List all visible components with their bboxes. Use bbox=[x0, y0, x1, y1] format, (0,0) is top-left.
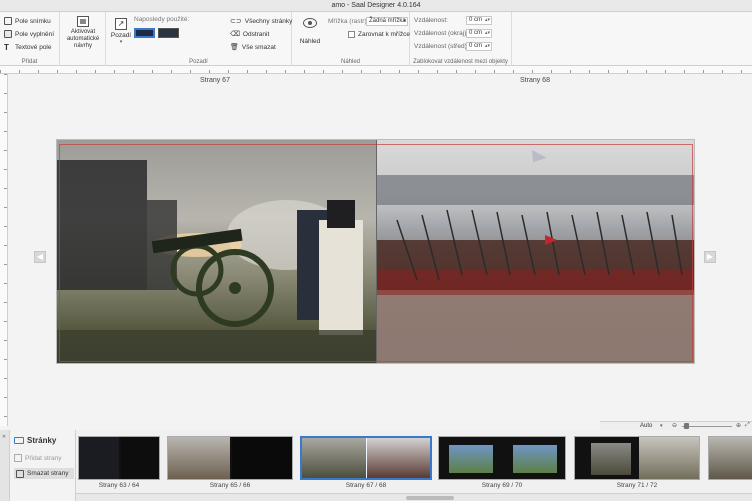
all-pages-button[interactable]: ⊂⊃ Všechny stránky bbox=[230, 17, 292, 26]
next-page-arrow-icon[interactable]: ▶ bbox=[704, 251, 716, 263]
pages-panel-title: Stránky bbox=[14, 436, 56, 445]
thumbnail-caption: Strany 69 / 70 bbox=[481, 482, 523, 489]
preview-group: Náhled Mřížka (rastr): Žádná mřížka ▾ Za… bbox=[292, 12, 410, 66]
zoom-slider[interactable] bbox=[682, 426, 732, 427]
add-group-label: Přidat bbox=[21, 59, 38, 65]
grid-label: Mřížka (rastr): bbox=[328, 18, 369, 25]
recent-used-label: Naposledy použité: bbox=[134, 16, 190, 23]
thumbnail-65-66[interactable] bbox=[167, 436, 293, 480]
add-pages-icon bbox=[14, 454, 22, 462]
thumbnail-caption: Strany 65 / 66 bbox=[209, 482, 251, 489]
vertical-ruler bbox=[0, 74, 8, 426]
snap-to-grid-checkbox[interactable]: Zarovnat k mřížce bbox=[348, 31, 410, 38]
fill-field-icon bbox=[4, 30, 12, 38]
delete-pages-icon bbox=[16, 469, 24, 478]
background-dropdown-icon: ▾ bbox=[119, 39, 123, 45]
background-button[interactable]: ↗ Pozadí ▾ bbox=[110, 18, 132, 45]
thumbnail-caption: Strany 63 / 64 bbox=[98, 482, 140, 489]
thumbnail-next[interactable] bbox=[708, 436, 752, 480]
zoom-in-icon[interactable]: ⊕ bbox=[736, 422, 741, 429]
grid-dropdown-chevron-icon: ▾ bbox=[403, 18, 406, 24]
eye-icon bbox=[303, 18, 317, 28]
fit-page-icon[interactable]: ⤢ bbox=[745, 422, 750, 429]
pages-icon bbox=[14, 437, 24, 444]
pages-panel: Stránky Přidat strany Smazat strany bbox=[10, 430, 76, 501]
auto-design-icon bbox=[77, 16, 89, 27]
add-text-field-button[interactable]: T Textové pole bbox=[4, 43, 52, 52]
recent-swatch-2[interactable] bbox=[158, 28, 179, 38]
thumbnail-63-64[interactable] bbox=[78, 436, 160, 480]
zoom-slider-handle[interactable] bbox=[684, 423, 689, 429]
link-icon: ⊂⊃ bbox=[230, 18, 242, 25]
distance-group-label: Zablokovat vzdálenost mezi objekty bbox=[413, 59, 508, 65]
bleed-guide bbox=[59, 144, 693, 362]
distance-label: Vzdálenost: bbox=[414, 17, 448, 24]
remove-button[interactable]: ⌫ Odstranit bbox=[230, 30, 269, 39]
recent-swatch-1[interactable] bbox=[134, 28, 155, 38]
thumbnail-71-72[interactable] bbox=[574, 436, 700, 480]
thumbnail-caption: Strany 71 / 72 bbox=[616, 482, 658, 489]
right-page-label: Strany 68 bbox=[520, 77, 550, 84]
thumbnail-scrollbar[interactable] bbox=[76, 493, 752, 501]
horizontal-ruler bbox=[0, 66, 752, 74]
photo-field-icon bbox=[4, 17, 12, 25]
add-photo-field-button[interactable]: Pole snímku bbox=[4, 17, 51, 25]
distance-edge-label: Vzdálenost (okraj): bbox=[414, 30, 469, 37]
preview-button[interactable]: Náhled bbox=[296, 18, 324, 45]
collapse-icon[interactable]: ✕ bbox=[2, 434, 6, 440]
panel-toggle-strip[interactable]: ✕ bbox=[0, 430, 10, 501]
window-title: amo - Saal Designer 4.0.164 bbox=[0, 0, 752, 12]
auto-design-group: Aktivovat automatické návrhy bbox=[60, 12, 106, 66]
thumbnail-67-68[interactable]: 🗑 bbox=[300, 436, 432, 480]
preview-group-label: Náhled bbox=[340, 59, 360, 65]
auto-design-button[interactable]: Aktivovat automatické návrhy bbox=[60, 16, 106, 50]
distance-stepper[interactable]: 0 cm ▴▾ bbox=[466, 16, 492, 25]
background-group-label: Pozadí bbox=[189, 59, 208, 65]
zoom-value[interactable]: Auto bbox=[640, 422, 652, 430]
snap-checkbox-box[interactable] bbox=[348, 31, 355, 38]
grid-dropdown[interactable]: Žádná mřížka ▾ bbox=[366, 17, 408, 26]
previous-page-arrow-icon[interactable]: ◀ bbox=[34, 251, 46, 263]
thumbnail-69-70[interactable] bbox=[438, 436, 566, 480]
thumbnail-strip: 🗑 Strany 63 / 64 Strany 65 / 66 Strany 6… bbox=[76, 430, 752, 501]
zoom-out-icon[interactable]: ⊖ bbox=[672, 422, 677, 429]
distance-group: Vzdálenost: 0 cm ▴▾ Vzdálenost (okraj): 0… bbox=[410, 12, 512, 66]
distance-center-stepper[interactable]: 0 cm ▴▾ bbox=[466, 42, 492, 51]
remove-icon: ⌫ bbox=[230, 31, 240, 38]
add-group: Pole snímku Pole vyplnění T Textové pole… bbox=[0, 12, 60, 66]
thumbnail-trash-icon[interactable]: 🗑 bbox=[304, 478, 310, 480]
thumbnail-caption: Strany 67 / 68 bbox=[345, 482, 387, 489]
left-page-label: Strany 67 bbox=[200, 77, 230, 84]
delete-all-button[interactable]: 🗑 Vše smazat bbox=[230, 43, 276, 52]
distance-edge-stepper[interactable]: 0 cm ▴▾ bbox=[466, 29, 492, 38]
background-group: ↗ Pozadí ▾ Naposledy použité: ⊂⊃ Všechny… bbox=[106, 12, 292, 66]
ribbon-toolbar: Pole snímku Pole vyplnění T Textové pole… bbox=[0, 12, 752, 66]
add-fill-field-button[interactable]: Pole vyplnění bbox=[4, 30, 54, 38]
add-pages-button[interactable]: Přidat strany bbox=[14, 454, 62, 462]
thumbnail-scrollbar-handle[interactable] bbox=[406, 496, 454, 500]
page-spread[interactable] bbox=[56, 139, 695, 364]
delete-pages-button[interactable]: Smazat strany bbox=[14, 468, 74, 479]
distance-center-label: Vzdálenost (střed): bbox=[414, 43, 469, 50]
zoom-dropdown-chevron-icon[interactable]: ▾ bbox=[660, 423, 663, 429]
trash-icon: 🗑 bbox=[230, 44, 239, 51]
zoom-bar: Auto ▾ ⊖ ⊕ ⤢ bbox=[600, 421, 752, 430]
text-field-icon: T bbox=[4, 43, 9, 52]
background-arrow-icon: ↗ bbox=[115, 18, 127, 30]
